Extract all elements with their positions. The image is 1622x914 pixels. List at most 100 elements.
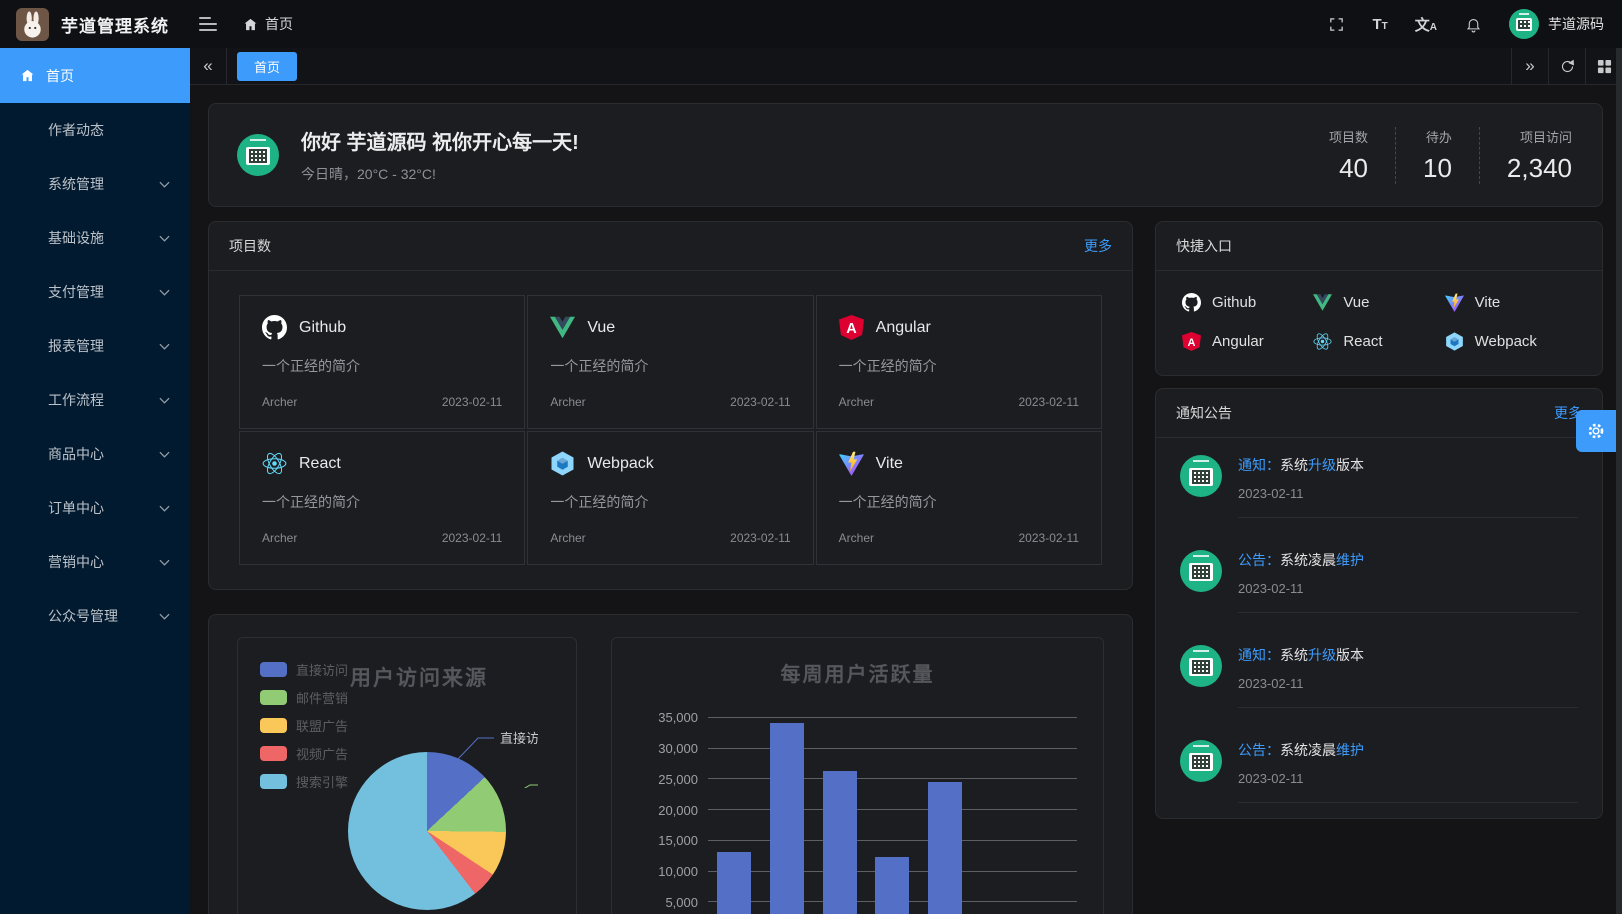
shortcut-webpack[interactable]: Webpack bbox=[1445, 332, 1576, 351]
pie-legend-item[interactable]: 联盟广告 bbox=[260, 716, 348, 735]
bar-周二[interactable] bbox=[770, 723, 804, 914]
greeting-subtitle: 今日晴，20°C - 32°C! bbox=[301, 164, 579, 184]
angular-icon bbox=[839, 315, 864, 340]
pie-chart[interactable] bbox=[348, 752, 506, 910]
chevron-down-icon bbox=[159, 289, 170, 296]
sidebar-item-infrastructure[interactable]: 基础设施 bbox=[0, 211, 190, 265]
pie-legend-item[interactable]: 直接访问 bbox=[260, 660, 348, 679]
project-card-react[interactable]: React 一个正经的简介 Archer 2023-02-11 bbox=[239, 431, 525, 565]
notice-item[interactable]: 公告：系统凌晨维护 2023-02-11 bbox=[1156, 533, 1602, 628]
shortcut-vite[interactable]: Vite bbox=[1445, 293, 1576, 312]
app-title: 芋道管理系统 bbox=[61, 12, 169, 37]
project-desc: 一个正经的简介 bbox=[262, 492, 502, 512]
notice-title: 公告：系统凌晨维护 bbox=[1238, 550, 1578, 570]
shortcut-label: Angular bbox=[1212, 333, 1264, 350]
chevron-down-icon bbox=[159, 343, 170, 350]
notice-date: 2023-02-11 bbox=[1238, 676, 1578, 691]
bar-周三[interactable] bbox=[823, 771, 857, 914]
github-icon bbox=[262, 315, 287, 340]
shortcut-github[interactable]: Github bbox=[1182, 293, 1313, 312]
sidebar-item-workflow[interactable]: 工作流程 bbox=[0, 373, 190, 427]
vue-icon bbox=[550, 315, 575, 340]
project-card-webpack[interactable]: Webpack 一个正经的简介 Archer 2023-02-11 bbox=[527, 431, 813, 565]
legend-label: 搜索引擎 bbox=[296, 772, 348, 791]
pie-chart-card: 直接访问 邮件营销 联盟广告 视频广告 搜索引擎 用户访问来源 直接访问 bbox=[237, 637, 577, 914]
app-logo[interactable] bbox=[16, 8, 49, 41]
font-size-icon[interactable]: TT bbox=[1372, 16, 1387, 33]
notice-item[interactable]: 通知：系统升级版本 2023-02-11 bbox=[1156, 628, 1602, 723]
y-tick-label: 10,000 bbox=[658, 864, 698, 879]
shortcut-vue[interactable]: Vue bbox=[1313, 293, 1444, 312]
project-author: Archer bbox=[550, 395, 585, 409]
project-card-vue[interactable]: Vue 一个正经的简介 Archer 2023-02-11 bbox=[527, 295, 813, 429]
notice-avatar bbox=[1180, 550, 1222, 592]
project-card-github[interactable]: Github 一个正经的简介 Archer 2023-02-11 bbox=[239, 295, 525, 429]
project-name: Vue bbox=[587, 319, 615, 337]
charts-panel: 直接访问 邮件营销 联盟广告 视频广告 搜索引擎 用户访问来源 直接访问 bbox=[208, 614, 1133, 914]
bar-周四[interactable] bbox=[875, 857, 909, 914]
notice-title: 通知：系统升级版本 bbox=[1238, 645, 1578, 665]
vite-icon bbox=[1445, 293, 1464, 312]
y-tick-label: 35,000 bbox=[658, 710, 698, 725]
notice-avatar bbox=[1180, 455, 1222, 497]
projects-more-link[interactable]: 更多 bbox=[1084, 236, 1112, 256]
y-tick-label: 20,000 bbox=[658, 803, 698, 818]
bar-周五[interactable] bbox=[928, 782, 962, 914]
bar-周一[interactable] bbox=[717, 852, 751, 914]
shortcut-angular[interactable]: Angular bbox=[1182, 332, 1313, 351]
project-date: 2023-02-11 bbox=[730, 395, 791, 409]
fullscreen-icon[interactable] bbox=[1327, 15, 1345, 33]
sidebar-item-product-center[interactable]: 商品中心 bbox=[0, 427, 190, 481]
notice-item[interactable]: 通知：系统升级版本 2023-02-11 bbox=[1156, 438, 1602, 533]
sidebar-item-order-center[interactable]: 订单中心 bbox=[0, 481, 190, 535]
project-card-vite[interactable]: Vite 一个正经的简介 Archer 2023-02-11 bbox=[816, 431, 1102, 565]
settings-gear-button[interactable] bbox=[1576, 410, 1616, 452]
navbar-actions: TT 文A 芋道源码 bbox=[1327, 9, 1604, 39]
notice-date: 2023-02-11 bbox=[1238, 581, 1578, 596]
github-icon bbox=[1182, 293, 1201, 312]
sidebar-item-label: 支付管理 bbox=[48, 282, 172, 302]
greeting-card: 你好 芋道源码 祝你开心每一天! 今日晴，20°C - 32°C! 项目数 40… bbox=[208, 103, 1603, 207]
project-name: Github bbox=[299, 319, 346, 337]
user-avatar bbox=[1509, 9, 1539, 39]
sidebar-item-marketing-center[interactable]: 营销中心 bbox=[0, 535, 190, 589]
home-icon bbox=[20, 68, 35, 83]
pie-legend-item[interactable]: 邮件营销 bbox=[260, 688, 348, 707]
scroll-tabs-right-icon[interactable]: » bbox=[1511, 48, 1548, 84]
refresh-icon[interactable] bbox=[1548, 48, 1585, 84]
page-scrollbar[interactable] bbox=[1616, 48, 1622, 914]
sidebar-item-system[interactable]: 系统管理 bbox=[0, 157, 190, 211]
project-name: React bbox=[299, 455, 341, 473]
sidebar-item-home[interactable]: 首页 bbox=[0, 48, 190, 103]
projects-panel-title: 项目数 bbox=[229, 236, 271, 256]
project-card-angular[interactable]: Angular 一个正经的简介 Archer 2023-02-11 bbox=[816, 295, 1102, 429]
bell-icon[interactable] bbox=[1464, 15, 1482, 33]
legend-swatch bbox=[260, 662, 287, 677]
notices-list: 通知：系统升级版本 2023-02-11 公告：系统凌晨维护 2023-02-1… bbox=[1156, 438, 1602, 818]
pie-legend-item[interactable]: 搜索引擎 bbox=[260, 772, 348, 791]
legend-swatch bbox=[260, 718, 287, 733]
locale-icon[interactable]: 文A bbox=[1415, 14, 1437, 35]
sidebar-item-label: 系统管理 bbox=[48, 174, 172, 194]
project-author: Archer bbox=[550, 531, 585, 545]
sidebar-item-payment[interactable]: 支付管理 bbox=[0, 265, 190, 319]
user-menu[interactable]: 芋道源码 bbox=[1509, 9, 1604, 39]
pie-legend-item[interactable]: 视频广告 bbox=[260, 744, 348, 763]
sidebar-item-author-trends[interactable]: 作者动态 bbox=[0, 103, 190, 157]
gear-icon bbox=[1585, 420, 1607, 442]
tab-home[interactable]: 首页 bbox=[237, 52, 297, 81]
greeting-title: 你好 芋道源码 祝你开心每一天! bbox=[301, 126, 579, 155]
menu-fold-icon[interactable] bbox=[199, 17, 217, 31]
shortcut-react[interactable]: React bbox=[1313, 332, 1444, 351]
pie-chart-title: 用户访问来源 bbox=[350, 662, 488, 692]
breadcrumb[interactable]: 首页 bbox=[243, 14, 293, 34]
collapse-tabs-left-icon[interactable]: « bbox=[190, 48, 227, 84]
y-tick-label: 15,000 bbox=[658, 833, 698, 848]
sidebar-item-report[interactable]: 报表管理 bbox=[0, 319, 190, 373]
sidebar-item-official-account[interactable]: 公众号管理 bbox=[0, 589, 190, 643]
bar-plot-area bbox=[708, 718, 1077, 914]
project-author: Archer bbox=[839, 395, 874, 409]
notice-item[interactable]: 公告：系统凌晨维护 2023-02-11 bbox=[1156, 723, 1602, 818]
y-tick-label: 30,000 bbox=[658, 741, 698, 756]
sidebar-item-label: 订单中心 bbox=[48, 498, 172, 518]
